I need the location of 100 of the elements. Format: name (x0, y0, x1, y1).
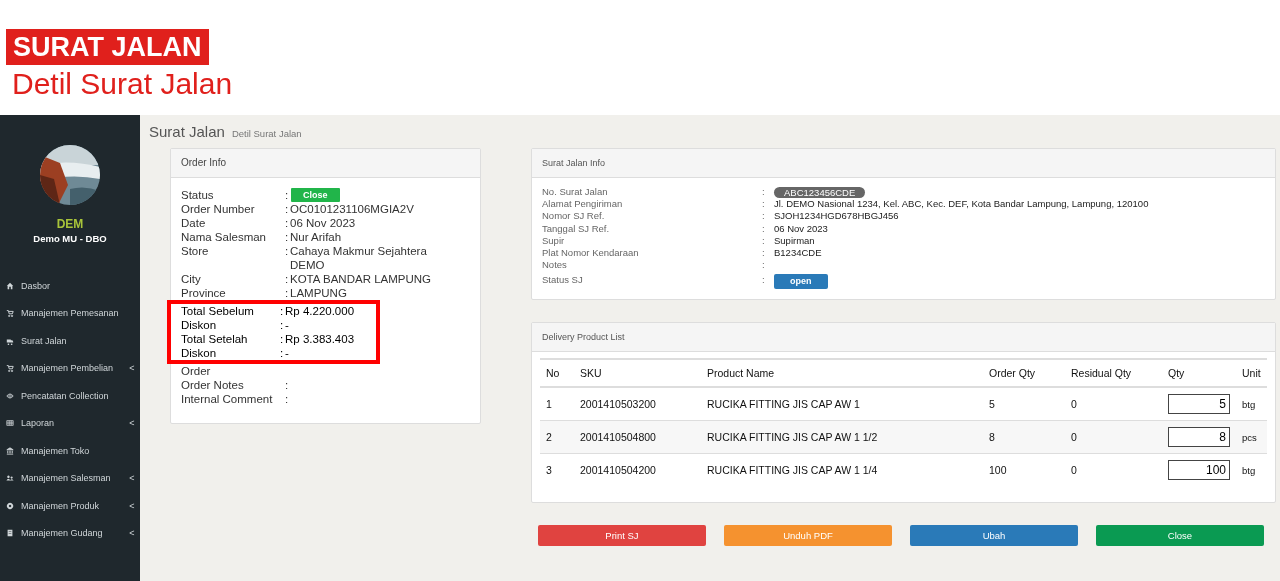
field-label: Supir (542, 234, 566, 247)
qty-field[interactable]: 100 (1168, 460, 1230, 481)
colon: : (280, 318, 285, 332)
table-cell: RUCIKA FITTING JIS CAP AW 1 (701, 387, 983, 421)
colon: : (285, 188, 290, 202)
number-badge: ABC123456CDE (774, 186, 866, 198)
field-value: SJOH1234HGD678HBGJ456 (774, 210, 899, 223)
table-cell: btg (1236, 453, 1267, 487)
colon: : (285, 202, 290, 216)
field-value: - (285, 318, 290, 332)
eye-icon (6, 391, 14, 400)
truck-icon (6, 336, 14, 345)
field-value: - (285, 346, 290, 360)
field-value: Nur Arifah (290, 230, 343, 244)
colon: : (762, 210, 766, 223)
gear-icon (6, 501, 14, 510)
field-value: B1234CDE (774, 247, 822, 260)
table-cell: 100 (983, 453, 1065, 487)
table-cell: 1 (540, 387, 574, 421)
field-label: Diskon (181, 346, 218, 360)
colon: : (762, 234, 766, 247)
field-label: Province (181, 286, 227, 300)
field-label: Alamat Pengiriman (542, 198, 624, 211)
chevron-icon: < (124, 363, 140, 374)
colon: : (285, 216, 290, 230)
colon: : (762, 198, 766, 211)
column-header: Qty (1162, 359, 1236, 388)
field-value: LAMPUNG (290, 286, 348, 300)
table-cell: pcs (1236, 420, 1267, 454)
action-button[interactable]: Ubah (910, 525, 1078, 547)
colon: : (762, 247, 766, 260)
field-label: No. Surat Jalan (542, 186, 609, 199)
field-label: Date (181, 216, 207, 230)
bank-icon (6, 446, 14, 455)
field-value: Supirman (774, 234, 815, 247)
sidebar-item[interactable]: Dasbor (0, 272, 140, 300)
colon: : (280, 304, 285, 318)
sidebar-item[interactable]: Surat Jalan (0, 327, 140, 355)
colon: : (285, 378, 290, 392)
field-label: Nomor SJ Ref. (542, 210, 606, 223)
field-value: Cahaya Makmur Sejahtera DEMO (290, 244, 428, 272)
sidebar-item[interactable]: Pencatatan Collection (0, 382, 140, 410)
user-name: Demo MU - DBO (33, 233, 107, 244)
table-cell: 2001410504200 (574, 453, 701, 487)
table-cell: RUCIKA FITTING JIS CAP AW 1 1/2 (701, 420, 983, 454)
field-label: Status (181, 188, 215, 202)
field-label: Order Notes (181, 378, 245, 392)
sidebar-item[interactable]: Laporan < (0, 409, 140, 437)
field-value: Jl. DEMO Nasional 1234, Kel. ABC, Kec. DEF, Kota Bandar Lampung, Lampung, 120100 (774, 198, 1149, 211)
chevron-icon: < (124, 500, 140, 511)
users-icon (6, 474, 14, 483)
page-title: Surat Jalan (149, 123, 225, 140)
colon: : (280, 346, 285, 360)
status-badge: Close (291, 188, 340, 202)
field-label: Diskon (181, 318, 218, 332)
action-button[interactable]: Print SJ (538, 525, 706, 547)
qty-field[interactable]: 5 (1168, 394, 1230, 415)
field-label: Order Number (181, 202, 256, 216)
table-cell: RUCIKA FITTING JIS CAP AW 1 1/4 (701, 453, 983, 487)
field-value: 06 Nov 2023 (290, 216, 357, 230)
field-value: KOTA BANDAR LAMPUNG (290, 272, 432, 286)
action-button[interactable]: Close (1096, 525, 1264, 547)
chevron-icon: < (124, 528, 140, 539)
field-label: Total Setelah (181, 332, 249, 346)
table-cell: 0 (1065, 420, 1162, 454)
qty-field[interactable]: 8 (1168, 427, 1230, 448)
field-value: 06 Nov 2023 (774, 222, 828, 235)
status-badge: open (774, 274, 828, 290)
chevron-icon: < (124, 418, 140, 429)
table-cell: 2001410504800 (574, 420, 701, 454)
field-label: Order (181, 364, 212, 378)
colon: : (285, 392, 290, 406)
field-label: Nama Salesman (181, 230, 267, 244)
column-header: Product Name (701, 359, 983, 388)
colon: : (285, 272, 290, 286)
table-cell: 8 (983, 420, 1065, 454)
table-icon (6, 419, 14, 428)
field-label: Internal Comment (181, 392, 274, 406)
column-header: SKU (574, 359, 701, 388)
table-cell: 2 (540, 420, 574, 454)
banner-subtitle: Detil Surat Jalan (11, 66, 234, 102)
cart-icon (6, 364, 14, 373)
field-value: OC0101231106MGIA2V (290, 202, 415, 216)
colon: : (762, 222, 766, 235)
colon: : (285, 230, 290, 244)
field-label: Tanggal SJ Ref. (542, 222, 611, 235)
sidebar-item[interactable]: Manajemen Toko (0, 437, 140, 465)
user-initials: DEM (56, 217, 84, 231)
field-label: Total Sebelum (181, 304, 255, 318)
banner-title: SURAT JALAN (6, 29, 209, 65)
colon: : (285, 244, 290, 259)
home-icon (6, 281, 14, 290)
sidebar-item[interactable]: Manajemen Salesman < (0, 464, 140, 492)
card-header: Delivery Product List (532, 323, 1275, 353)
sidebar-item[interactable]: Manajemen Produk < (0, 492, 140, 520)
table-cell: 2001410503200 (574, 387, 701, 421)
sidebar-item[interactable]: Manajemen Gudang < (0, 519, 140, 547)
sidebar-item[interactable]: Manajemen Pemesanan (0, 299, 140, 327)
cart-icon (6, 309, 14, 318)
sidebar-item[interactable]: Manajemen Pembelian < (0, 354, 140, 382)
